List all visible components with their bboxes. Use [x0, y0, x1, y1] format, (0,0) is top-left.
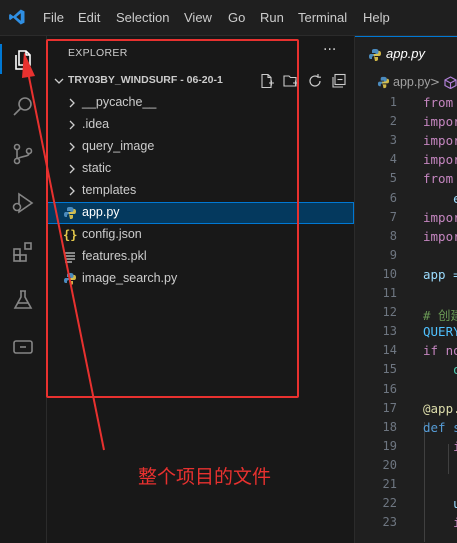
- breadcrumb-separator: >: [430, 75, 441, 89]
- menu-bar: File Edit Selection View Go Run Terminal…: [0, 0, 457, 36]
- line-number: 11: [382, 286, 397, 300]
- code-line: # 创建: [423, 308, 457, 324]
- menu-terminal[interactable]: Terminal: [298, 10, 347, 25]
- menu-file[interactable]: File: [43, 10, 64, 25]
- breadcrumb: app.py >: [355, 72, 457, 94]
- vscode-logo-icon: [9, 9, 25, 25]
- line-number: 15: [382, 362, 397, 377]
- code-line: def s: [423, 419, 457, 435]
- run-debug-icon[interactable]: [11, 191, 35, 215]
- line-number: 19: [382, 438, 397, 453]
- tab-bar: app.py: [355, 36, 457, 72]
- menu-run[interactable]: Run: [260, 10, 284, 25]
- code-line: impor: [423, 209, 457, 225]
- code-line: @app.: [423, 400, 457, 416]
- code-line: impor: [423, 152, 457, 168]
- line-number: 21: [382, 477, 397, 491]
- annotation-label: 整个项目的文件: [138, 466, 272, 488]
- activity-bar: [0, 36, 47, 543]
- refresh-icon[interactable]: [307, 73, 323, 89]
- code-line: from: [423, 171, 454, 187]
- line-number: 14: [382, 343, 397, 358]
- menu-go[interactable]: Go: [228, 10, 245, 25]
- line-number: 6: [389, 190, 397, 205]
- search-icon[interactable]: [11, 94, 35, 118]
- code-line: if no: [423, 343, 457, 359]
- menu-view[interactable]: View: [184, 10, 212, 25]
- code-line: QUERY: [423, 324, 457, 340]
- source-control-icon[interactable]: [11, 142, 35, 166]
- line-number: 5: [389, 171, 397, 186]
- line-number: 1: [389, 95, 397, 109]
- line-number: 7: [389, 209, 397, 224]
- active-indicator: [0, 44, 2, 74]
- line-number: 16: [382, 381, 397, 396]
- menu-help[interactable]: Help: [363, 10, 390, 25]
- line-number: 4: [389, 152, 397, 167]
- line-number: 12: [382, 305, 397, 320]
- code-line: impor: [423, 133, 457, 149]
- code-line: e: [423, 190, 457, 206]
- line-number: 9: [389, 247, 397, 262]
- line-number: 10: [382, 266, 397, 281]
- code-line: i: [423, 515, 457, 531]
- code-line: u: [423, 496, 457, 512]
- line-number: 13: [382, 324, 397, 339]
- line-number: 18: [382, 419, 397, 434]
- line-number: 2: [389, 114, 397, 129]
- menu-selection[interactable]: Selection: [116, 10, 169, 25]
- annotation-highlight-box: [46, 39, 299, 398]
- collapse-all-icon[interactable]: [331, 73, 347, 89]
- explorer-icon[interactable]: [11, 48, 35, 72]
- python-file-icon: [369, 49, 381, 61]
- code-line: i: [423, 438, 457, 454]
- code-line: impor: [423, 228, 457, 244]
- tab-label: app.py: [386, 46, 426, 61]
- line-number: 3: [389, 133, 397, 148]
- more-actions-icon[interactable]: ···: [323, 42, 336, 58]
- line-number: 17: [382, 400, 397, 415]
- remote-explorer-icon[interactable]: [11, 335, 35, 359]
- code-line: app =: [423, 266, 457, 282]
- testing-icon[interactable]: [11, 288, 35, 312]
- code-line: from: [423, 95, 454, 110]
- extensions-icon[interactable]: [11, 240, 35, 264]
- tab-app-py[interactable]: app.py: [355, 36, 457, 72]
- code-line: o: [423, 362, 457, 378]
- editor-area: app.py app.py > 1 from 2 impor 3 impor 4 impor 5…: [355, 36, 457, 543]
- code-line: impor: [423, 114, 457, 130]
- line-number: 20: [382, 457, 397, 472]
- line-number: 22: [382, 496, 397, 511]
- menu-edit[interactable]: Edit: [78, 10, 100, 25]
- line-number: 23: [382, 515, 397, 530]
- line-number: 8: [389, 228, 397, 243]
- python-file-icon: [377, 76, 390, 89]
- symbol-icon[interactable]: [444, 76, 457, 89]
- breadcrumb-file[interactable]: app.py: [393, 75, 431, 89]
